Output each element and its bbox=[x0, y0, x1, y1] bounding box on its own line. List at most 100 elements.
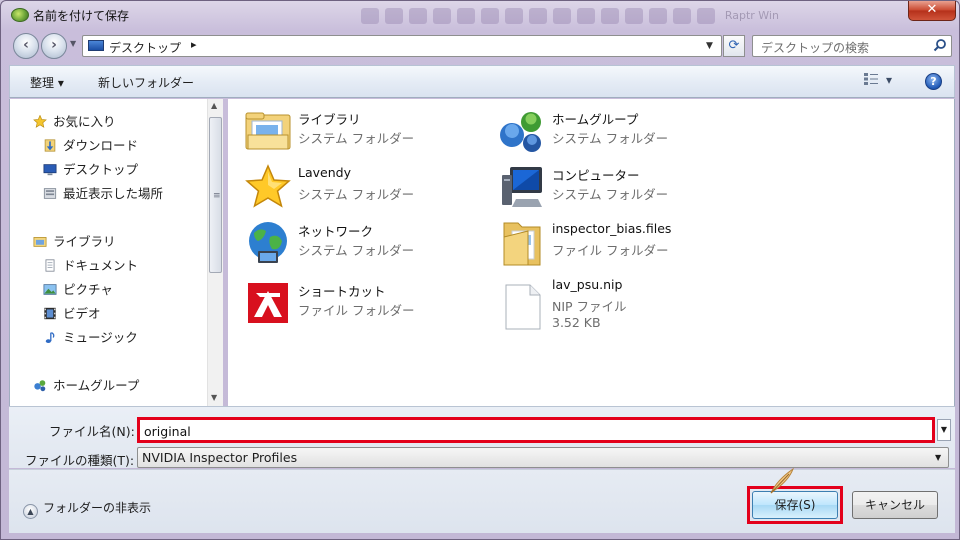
scroll-down-arrow-icon[interactable]: ▼ bbox=[211, 393, 217, 402]
ghost-icon bbox=[409, 8, 427, 24]
nav-videos[interactable]: ビデオ bbox=[42, 303, 101, 322]
address-bar[interactable]: デスクトップ ▸ ▼ bbox=[82, 35, 722, 57]
chevron-down-icon: ▼ bbox=[935, 453, 942, 462]
nav-label: お気に入り bbox=[53, 114, 116, 129]
file-item-folder[interactable]: inspector_bias.files ファイル フォルダー bbox=[498, 219, 738, 269]
file-name: Lavendy bbox=[298, 165, 351, 180]
ghost-icon bbox=[697, 8, 715, 24]
file-name: lav_psu.nip bbox=[552, 277, 623, 292]
view-options-icon bbox=[864, 73, 878, 85]
file-name: ホームグループ bbox=[552, 112, 639, 127]
downloads-icon bbox=[44, 139, 56, 152]
star-icon bbox=[33, 115, 47, 128]
cancel-button[interactable]: キャンセル bbox=[852, 491, 938, 519]
nav-label: デスクトップ bbox=[63, 162, 139, 177]
ghost-icon bbox=[649, 8, 667, 24]
search-input[interactable]: デスクトップの検索 bbox=[752, 35, 952, 57]
file-name: ライブラリ bbox=[298, 112, 361, 127]
nav-recent-places[interactable]: 最近表示した場所 bbox=[42, 183, 163, 202]
nav-label: ミュージック bbox=[63, 330, 138, 345]
filename-dropdown-arrow-icon[interactable]: ▼ bbox=[937, 419, 951, 441]
change-view-button[interactable]: ▾ bbox=[864, 73, 892, 87]
nav-label: ビデオ bbox=[63, 306, 101, 321]
breadcrumb-desktop[interactable]: デスクトップ bbox=[109, 39, 181, 56]
file-type: システム フォルダー bbox=[298, 187, 415, 202]
desktop-icon bbox=[43, 164, 57, 176]
nav-label: ドキュメント bbox=[63, 258, 139, 273]
help-button[interactable]: ? bbox=[925, 73, 942, 90]
new-folder-button[interactable]: 新しいフォルダー bbox=[98, 74, 194, 91]
nav-scrollbar[interactable]: ▲ ≡ ▼ bbox=[207, 99, 223, 406]
feather-cursor-icon bbox=[770, 467, 795, 494]
homegroup-icon bbox=[500, 112, 541, 152]
file-size: 3.52 KB bbox=[552, 315, 601, 330]
nav-homegroup[interactable]: ホームグループ bbox=[32, 375, 139, 394]
ghost-icon bbox=[481, 8, 499, 24]
nav-documents[interactable]: ドキュメント bbox=[42, 255, 138, 274]
nav-pictures[interactable]: ピクチャ bbox=[42, 279, 113, 298]
desktop-icon bbox=[88, 40, 104, 51]
window-title: 名前を付けて保存 bbox=[33, 9, 130, 23]
search-icon[interactable] bbox=[933, 38, 947, 56]
filename-field-highlight[interactable] bbox=[137, 417, 935, 443]
search-placeholder: デスクトップの検索 bbox=[761, 41, 870, 55]
nav-downloads[interactable]: ダウンロード bbox=[42, 135, 138, 154]
network-globe-icon bbox=[249, 222, 287, 263]
file-name: inspector_bias.files bbox=[552, 221, 672, 236]
file-item-libraries[interactable]: ライブラリ システム フォルダー bbox=[244, 107, 484, 157]
forward-arrow-icon: › bbox=[51, 37, 57, 53]
nvidia-app-icon bbox=[11, 8, 29, 22]
file-item-homegroup[interactable]: ホームグループ システム フォルダー bbox=[498, 107, 738, 157]
file-name: コンピューター bbox=[552, 168, 640, 183]
file-name: ネットワーク bbox=[298, 224, 374, 239]
file-type: ファイル フォルダー bbox=[298, 303, 415, 318]
scrollbar-thumb[interactable]: ≡ bbox=[209, 117, 222, 273]
videos-icon bbox=[44, 307, 56, 320]
file-type: ファイル フォルダー bbox=[552, 243, 669, 258]
nav-label: 最近表示した場所 bbox=[63, 186, 164, 201]
refresh-button[interactable]: ⟳ bbox=[723, 35, 745, 57]
breadcrumb-arrow-icon[interactable]: ▸ bbox=[191, 38, 197, 51]
background-taskbar-ghost: Raptr Win bbox=[361, 5, 831, 27]
homegroup-icon bbox=[34, 380, 46, 392]
computer-icon bbox=[502, 167, 542, 207]
file-item-shortcuts[interactable]: ショートカット ファイル フォルダー bbox=[244, 279, 484, 329]
file-item-network[interactable]: ネットワーク システム フォルダー bbox=[244, 219, 484, 269]
ghost-icon bbox=[457, 8, 475, 24]
nav-favorites[interactable]: お気に入り bbox=[32, 111, 116, 130]
scroll-up-arrow-icon[interactable]: ▲ bbox=[211, 101, 217, 110]
back-button[interactable]: ‹ bbox=[13, 33, 39, 59]
file-list: ライブラリ システム フォルダー ホームグループ システム フォルダー Lave… bbox=[228, 99, 955, 406]
ghost-icon bbox=[625, 8, 643, 24]
file-type: システム フォルダー bbox=[552, 131, 669, 146]
nav-libraries[interactable]: ライブラリ bbox=[32, 231, 116, 250]
hide-folders-button[interactable]: ▲ フォルダーの非表示 bbox=[23, 499, 151, 519]
file-item-nip[interactable]: lav_psu.nip NIP ファイル 3.52 KB bbox=[498, 275, 738, 345]
ghost-icon bbox=[529, 8, 547, 24]
nav-desktop[interactable]: デスクトップ bbox=[42, 159, 138, 178]
address-history-dropdown[interactable]: ▼ bbox=[706, 41, 713, 51]
nav-label: ホームグループ bbox=[53, 378, 140, 393]
hide-folders-label: フォルダーの非表示 bbox=[43, 501, 152, 515]
filename-input[interactable] bbox=[144, 423, 924, 439]
ghost-icon bbox=[361, 8, 379, 24]
nav-music[interactable]: ミュージック bbox=[42, 327, 138, 346]
file-item-user-folder[interactable]: Lavendy システム フォルダー bbox=[244, 163, 484, 213]
organize-button[interactable]: 整理 ▾ bbox=[30, 74, 64, 91]
forward-button[interactable]: › bbox=[41, 33, 67, 59]
nav-label: ライブラリ bbox=[53, 234, 116, 249]
command-bar: 整理 ▾ 新しいフォルダー ▾ ? bbox=[9, 65, 955, 98]
filetype-select[interactable]: NVIDIA Inspector Profiles ▼ bbox=[137, 447, 949, 468]
close-button[interactable]: ✕ bbox=[908, 1, 956, 21]
folder-icon bbox=[503, 222, 541, 266]
user-star-icon bbox=[245, 164, 291, 208]
title-bar[interactable]: 名前を付けて保存 Raptr Win ✕ bbox=[1, 1, 960, 31]
recent-pages-dropdown[interactable]: ▼ bbox=[70, 39, 76, 48]
documents-icon bbox=[45, 259, 55, 272]
file-item-computer[interactable]: コンピューター システム フォルダー bbox=[498, 163, 738, 213]
ghost-icon bbox=[553, 8, 571, 24]
ghost-icon bbox=[577, 8, 595, 24]
view-dropdown-arrow: ▾ bbox=[886, 73, 893, 87]
file-type: システム フォルダー bbox=[298, 131, 415, 146]
ghost-icon bbox=[601, 8, 619, 24]
